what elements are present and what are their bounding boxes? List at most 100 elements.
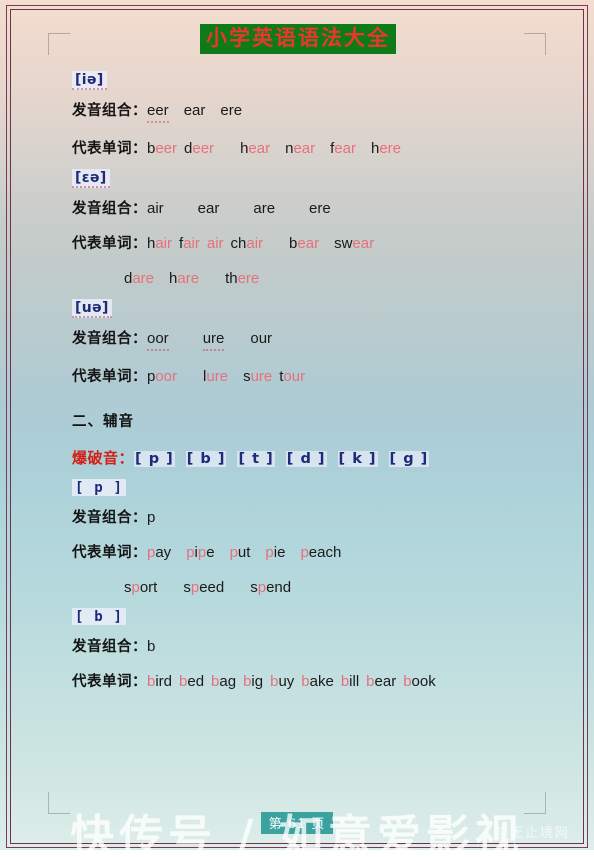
plosive-symbol: [ g ]: [388, 450, 430, 467]
example-word: bag: [211, 673, 237, 691]
combination-item: ure: [202, 330, 225, 351]
combination-item: b: [147, 638, 156, 656]
combination-row-b: 发音组合：b: [72, 629, 548, 664]
example-word: speed: [183, 579, 225, 597]
example-word: hair: [147, 234, 173, 252]
example-word: peach: [300, 543, 342, 561]
combination-label: 发音组合：: [72, 101, 147, 119]
combination-item: ere: [309, 199, 331, 217]
example-word: hear: [240, 139, 271, 157]
page-bottom-edge: [0, 850, 594, 857]
example-word: bear: [366, 673, 397, 691]
example-word: here: [370, 139, 402, 157]
combination-item: are: [253, 199, 276, 217]
examples-label: 代表单词：: [72, 234, 147, 252]
plosive-symbol: [ b ]: [185, 450, 227, 467]
combination-item: eer: [147, 102, 169, 123]
combination-row-ie: 发音组合：eer ear ere: [72, 93, 548, 131]
combination-label: 发音组合：: [72, 199, 147, 217]
phonetic-symbol: [ p ]: [72, 478, 127, 496]
example-word: bill: [340, 673, 360, 691]
combination-item: p: [147, 508, 156, 526]
combination-item: our: [250, 330, 273, 347]
combination-label: 发音组合：: [72, 330, 147, 347]
example-word: bird: [147, 673, 173, 691]
example-word: sure: [243, 367, 273, 385]
plosive-row: 爆破音：[ p ] [ b ] [ t ] [ d ] [ k ] [ g ]: [72, 439, 548, 476]
document-body: 小学英语语法大全 [iə] 发音组合：eer ear ere 代表单词：beer de…: [48, 24, 548, 699]
margin-mark-bottom-left: [48, 792, 70, 814]
example-word: hare: [169, 269, 200, 287]
examples-row-b: 代表单词：bird bed bag big buy bake bill bear book: [72, 664, 548, 699]
plosive-symbol: [ t ]: [237, 450, 275, 467]
examples-row-p-line2: sport speed spend: [72, 570, 548, 605]
watermark-primary: 快传号 / 如意爱影视: [70, 811, 524, 857]
phonetic-symbol: [uə]: [72, 299, 112, 318]
example-word: beer: [147, 139, 178, 157]
title-row: 小学英语语法大全: [48, 24, 548, 54]
section-heading-consonants: 二、辅音: [72, 412, 134, 430]
example-word: spend: [250, 579, 292, 597]
combination-label: 发音组合：: [72, 508, 147, 526]
combination-row-p: 发音组合：p: [72, 500, 548, 535]
plosive-symbol: [ d ]: [285, 450, 327, 467]
examples-label: 代表单词：: [72, 367, 147, 385]
example-word: bear: [289, 234, 320, 252]
example-word: near: [285, 139, 316, 157]
plosive-label: 爆破音：: [72, 448, 135, 467]
plosive-symbol: [ k ]: [337, 450, 378, 467]
margin-mark-bottom-right: [524, 792, 546, 814]
example-word: sport: [124, 579, 158, 597]
examples-row-ie: 代表单词：beer deer hear near fear here: [72, 131, 548, 166]
example-word: fair: [179, 234, 200, 252]
phonetic-symbol: [ b ]: [72, 608, 127, 626]
combination-item: ear: [197, 199, 220, 217]
page-footer: 第 61 页: [0, 812, 594, 834]
example-word: buy: [270, 673, 295, 691]
examples-row-ea-line2: dare hare there: [72, 261, 548, 296]
document-page: 小学英语语法大全 [iə] 发音组合：eer ear ere 代表单词：beer de…: [0, 0, 594, 857]
example-word: poor: [147, 367, 178, 385]
example-word: bake: [301, 673, 334, 691]
example-word: swear: [334, 234, 375, 252]
example-word: lure: [203, 367, 229, 385]
examples-label: 代表单词：: [72, 673, 147, 691]
watermark-secondary: 学无止境网: [494, 826, 570, 841]
plosive-symbol: [ p ]: [134, 450, 175, 467]
combination-label: 发音组合：: [72, 638, 147, 656]
combination-row-ea: 发音组合：air ear are ere: [72, 191, 548, 226]
example-word: tour: [279, 367, 306, 385]
phonetic-heading-b: [ b ]: [72, 608, 127, 626]
example-word: pie: [265, 543, 286, 561]
example-word: book: [403, 673, 436, 691]
combination-item: air: [147, 199, 164, 217]
example-word: dare: [124, 269, 155, 287]
phonetic-heading-ua: [uə]: [72, 299, 112, 318]
combination-item: oor: [147, 330, 169, 351]
example-word: there: [225, 269, 260, 287]
examples-row-ea: 代表单词：hair fair air chair bear swear: [72, 226, 548, 261]
examples-label: 代表单词：: [72, 543, 147, 561]
page-number: 第 61 页: [260, 812, 334, 834]
example-word: air: [206, 234, 224, 252]
example-word: put: [229, 543, 251, 561]
example-word: chair: [230, 234, 264, 252]
examples-row-p: 代表单词：pay pipe put pie peach: [72, 535, 548, 570]
phonetic-symbol: [ɛə]: [72, 168, 110, 188]
combination-item: ere: [220, 101, 243, 119]
example-word: big: [243, 673, 264, 691]
phonetic-heading-ea: [ɛə]: [72, 168, 110, 188]
phonetic-heading-p: [ p ]: [72, 478, 127, 497]
phonetic-symbol: [iə]: [72, 70, 107, 90]
examples-label: 代表单词：: [72, 139, 147, 157]
example-word: bed: [179, 673, 205, 691]
combination-row-ua: 发音组合：oor ure our: [72, 321, 548, 359]
phonetic-heading-ie: [iə]: [72, 70, 107, 90]
examples-row-ua: 代表单词：poor lure sure tour: [72, 359, 548, 394]
example-word: pipe: [186, 543, 215, 561]
page-title: 小学英语语法大全: [200, 24, 396, 54]
combination-item: ear: [183, 101, 206, 119]
example-word: fear: [330, 139, 356, 157]
example-word: deer: [184, 139, 215, 157]
example-word: pay: [147, 543, 172, 561]
